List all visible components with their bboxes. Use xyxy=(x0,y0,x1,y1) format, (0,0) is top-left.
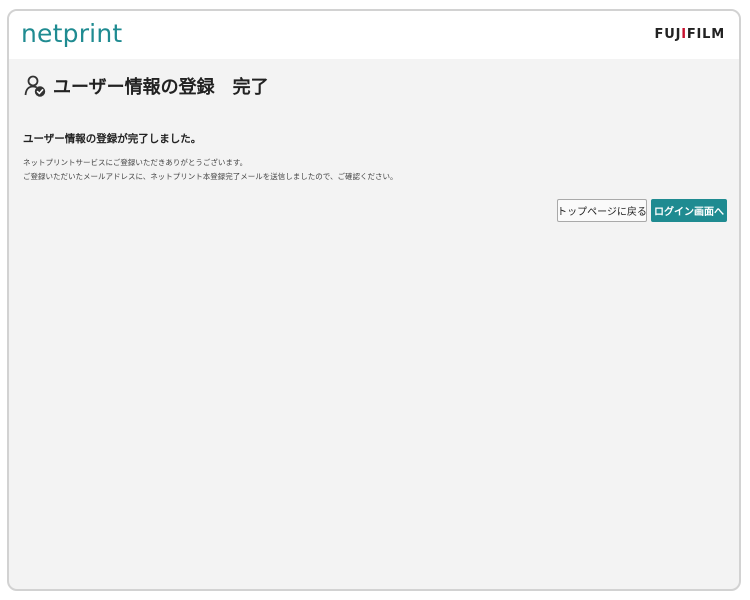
brand-prefix: FUJ xyxy=(654,27,682,42)
fujifilm-logo: FUJIFILM xyxy=(655,27,725,42)
app-window: netprint FUJIFILM ユーザー情報の登録 完了 ユーザー情報の登録… xyxy=(7,9,741,591)
page-title: ユーザー情報の登録 完了 xyxy=(53,77,269,98)
back-to-top-button[interactable]: トップページに戻る xyxy=(557,199,647,222)
thanks-note: ネットプリントサービスにご登録いただきありがとうございます。 xyxy=(23,158,248,167)
completion-message: ユーザー情報の登録が完了しました。 xyxy=(23,133,202,145)
brand-suffix: FILM xyxy=(686,27,725,42)
header: netprint FUJIFILM xyxy=(9,11,739,59)
page-title-row: ユーザー情報の登録 完了 xyxy=(23,73,269,99)
user-check-icon xyxy=(24,75,46,97)
netprint-logo[interactable]: netprint xyxy=(21,19,122,48)
email-sent-note: ご登録いただいたメールアドレスに、ネットプリント本登録完了メールを送信しましたの… xyxy=(23,172,398,181)
go-to-login-button[interactable]: ログイン画面へ xyxy=(651,199,727,222)
